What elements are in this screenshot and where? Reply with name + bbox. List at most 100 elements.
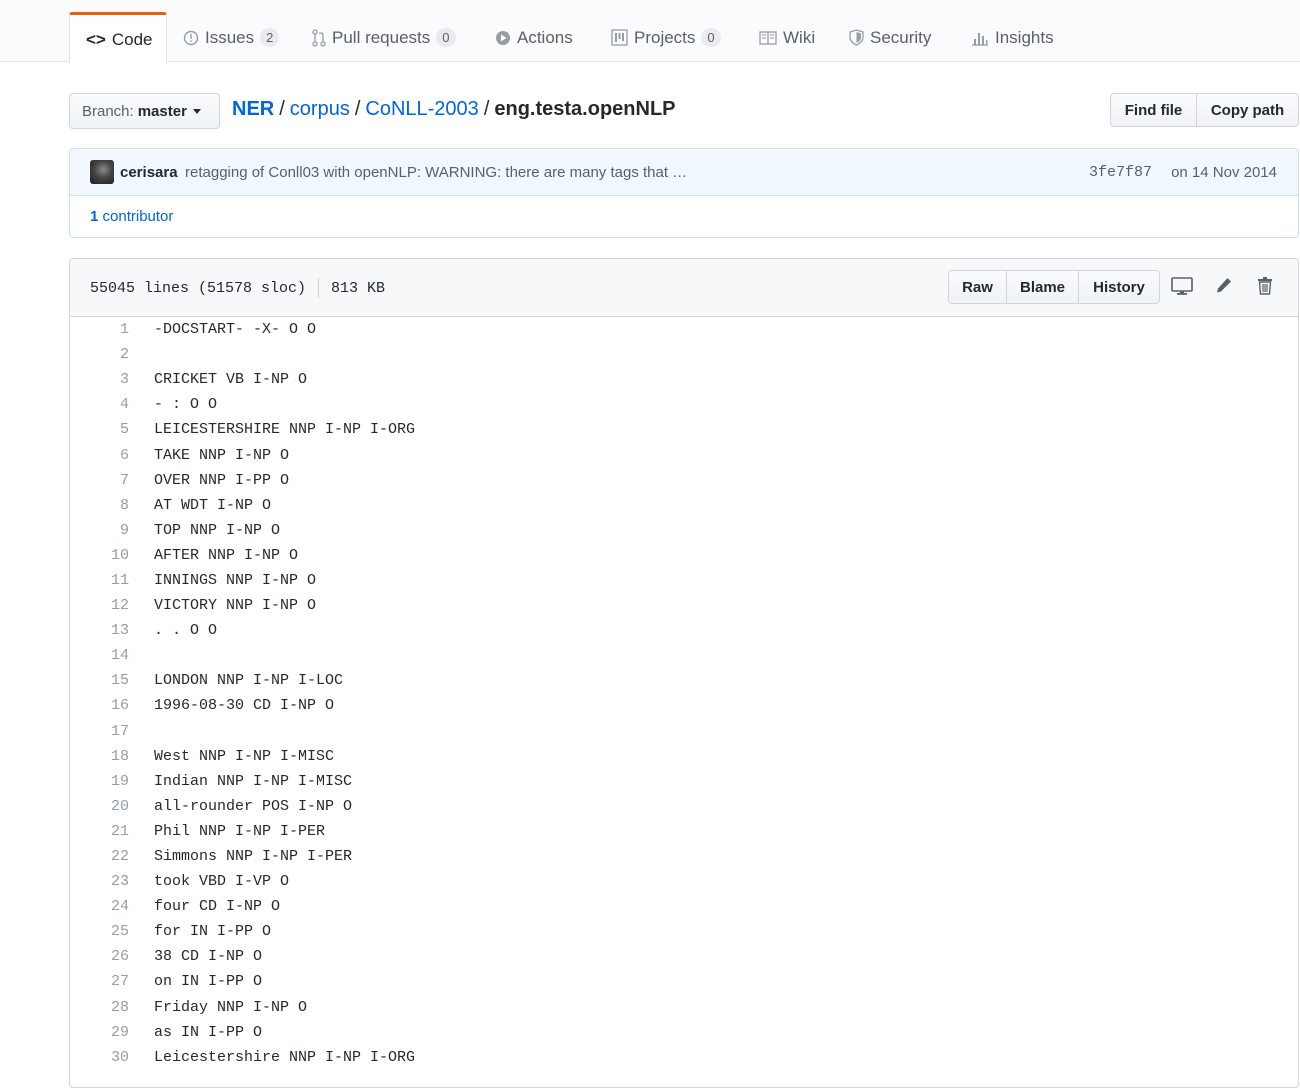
code-line: 8 AT WDT I-NP O — [70, 493, 1298, 518]
commit-message-link[interactable]: retagging of Conll03 with openNLP: WARNI… — [185, 164, 687, 181]
pencil-icon[interactable] — [1215, 276, 1233, 301]
code-line: 29 as IN I-PP O — [70, 1020, 1298, 1045]
breadcrumb-link-conll[interactable]: CoNLL-2003 — [365, 98, 478, 120]
contributors-count: 1 — [90, 208, 99, 225]
code-line: 9 TOP NNP I-NP O — [70, 518, 1298, 543]
contributors-link[interactable]: 1 contributor — [90, 208, 173, 225]
line-content: as IN I-PP O — [154, 1023, 263, 1041]
file-viewer: 55045 lines (51578 sloc) 813 KB Raw Blame… — [69, 258, 1299, 1088]
line-number[interactable]: 9 — [70, 522, 129, 539]
line-number[interactable]: 26 — [70, 948, 129, 965]
code-line: 23 took VBD I-VP O — [70, 869, 1298, 894]
line-number[interactable]: 7 — [70, 472, 129, 489]
issue-icon — [183, 30, 199, 46]
line-number[interactable]: 27 — [70, 973, 129, 990]
line-number[interactable]: 2 — [70, 346, 129, 363]
line-number[interactable]: 24 — [70, 898, 129, 915]
tab-projects[interactable]: Projects 0 — [595, 12, 737, 63]
line-number[interactable]: 18 — [70, 748, 129, 765]
tab-actions[interactable]: Actions — [479, 12, 589, 63]
commit-sha-link[interactable]: 3fe7f87 — [1089, 164, 1152, 181]
commit-author-link[interactable]: cerisara — [120, 164, 178, 181]
tab-wiki[interactable]: Wiki — [743, 12, 831, 63]
line-number[interactable]: 22 — [70, 848, 129, 865]
line-number[interactable]: 10 — [70, 547, 129, 564]
graph-icon — [971, 30, 989, 46]
line-number[interactable]: 5 — [70, 421, 129, 438]
line-number[interactable]: 14 — [70, 647, 129, 664]
breadcrumb-link-corpus[interactable]: corpus — [290, 98, 350, 120]
trash-icon[interactable] — [1257, 276, 1273, 301]
line-content: -DOCSTART- -X- O O — [154, 321, 317, 339]
breadcrumb-repo-link[interactable]: NER — [232, 98, 274, 120]
file-info-divider — [318, 278, 320, 298]
tab-insights[interactable]: Insights — [955, 12, 1070, 63]
line-number[interactable]: 16 — [70, 697, 129, 714]
code-line: 17 — [70, 719, 1298, 744]
projects-count-badge: 0 — [701, 28, 721, 47]
code-line: 14 — [70, 643, 1298, 668]
code-line: 15 LONDON NNP I-NP I-LOC — [70, 668, 1298, 693]
code-line: 21 Phil NNP I-NP I-PER — [70, 819, 1298, 844]
line-number[interactable]: 15 — [70, 672, 129, 689]
desktop-icon[interactable] — [1171, 276, 1193, 301]
blame-button[interactable]: Blame — [1006, 270, 1079, 304]
line-content: AFTER NNP I-NP O — [154, 546, 299, 564]
commit-tease: cerisara retagging of Conll03 with openN… — [69, 148, 1299, 238]
line-content: Indian NNP I-NP I-MISC — [154, 772, 353, 790]
branch-select-button[interactable]: Branch: master — [69, 93, 220, 129]
line-number[interactable]: 11 — [70, 572, 129, 589]
line-number[interactable]: 29 — [70, 1024, 129, 1041]
line-content: OVER NNP I-PP O — [154, 471, 290, 489]
line-content: Simmons NNP I-NP I-PER — [154, 848, 353, 866]
line-number[interactable]: 25 — [70, 923, 129, 940]
copy-path-button[interactable]: Copy path — [1196, 93, 1299, 127]
code-line: 2 — [70, 342, 1298, 367]
code-icon: <> — [86, 29, 106, 49]
code-line: 27 on IN I-PP O — [70, 969, 1298, 994]
line-number[interactable]: 1 — [70, 321, 129, 338]
line-content: CRICKET VB I-NP O — [154, 371, 308, 389]
line-number[interactable]: 3 — [70, 371, 129, 388]
code-line: 24 four CD I-NP O — [70, 894, 1298, 919]
line-number[interactable]: 17 — [70, 723, 129, 740]
line-number[interactable]: 20 — [70, 798, 129, 815]
tab-security[interactable]: Security — [833, 12, 947, 63]
line-content: . . O O — [154, 622, 218, 640]
code-line: 19 Indian NNP I-NP I-MISC — [70, 769, 1298, 794]
code-line: 7 OVER NNP I-PP O — [70, 468, 1298, 493]
tab-issues[interactable]: Issues 2 — [167, 12, 295, 63]
line-number[interactable]: 4 — [70, 396, 129, 413]
file-lines-info: 55045 lines (51578 sloc) — [90, 279, 307, 297]
line-content: Friday NNP I-NP O — [154, 998, 308, 1016]
line-number[interactable]: 21 — [70, 823, 129, 840]
find-file-button[interactable]: Find file — [1110, 93, 1197, 127]
tab-pull-requests[interactable]: Pull requests 0 — [296, 12, 472, 63]
line-content: for IN I-PP O — [154, 923, 272, 941]
line-number[interactable]: 23 — [70, 873, 129, 890]
avatar[interactable] — [90, 160, 114, 184]
line-number[interactable]: 19 — [70, 773, 129, 790]
line-content: four CD I-NP O — [154, 898, 281, 916]
branch-name: master — [137, 102, 187, 120]
code-line: 22 Simmons NNP I-NP I-PER — [70, 844, 1298, 869]
breadcrumb-separator: / — [279, 98, 285, 120]
raw-button[interactable]: Raw — [948, 270, 1007, 304]
code-line: 13 . . O O — [70, 618, 1298, 643]
line-content: INNINGS NNP I-NP O — [154, 571, 317, 589]
line-content: LEICESTERSHIRE NNP I-NP I-ORG — [154, 421, 416, 439]
line-number[interactable]: 30 — [70, 1049, 129, 1066]
tab-code[interactable]: <> Code — [69, 12, 167, 64]
file-size: 813 KB — [331, 279, 386, 297]
project-icon — [611, 29, 628, 46]
line-number[interactable]: 28 — [70, 999, 129, 1016]
history-button[interactable]: History — [1078, 270, 1160, 304]
line-number[interactable]: 8 — [70, 497, 129, 514]
code-lines: 1 -DOCSTART- -X- O O 2 3 CRICKET VB I-NP O… — [70, 317, 1298, 1070]
line-number[interactable]: 13 — [70, 622, 129, 639]
tab-label: Pull requests — [332, 27, 431, 47]
line-content: West NNP I-NP I-MISC — [154, 747, 335, 765]
line-number[interactable]: 6 — [70, 447, 129, 464]
line-number[interactable]: 12 — [70, 597, 129, 614]
tab-label: Actions — [517, 27, 573, 47]
